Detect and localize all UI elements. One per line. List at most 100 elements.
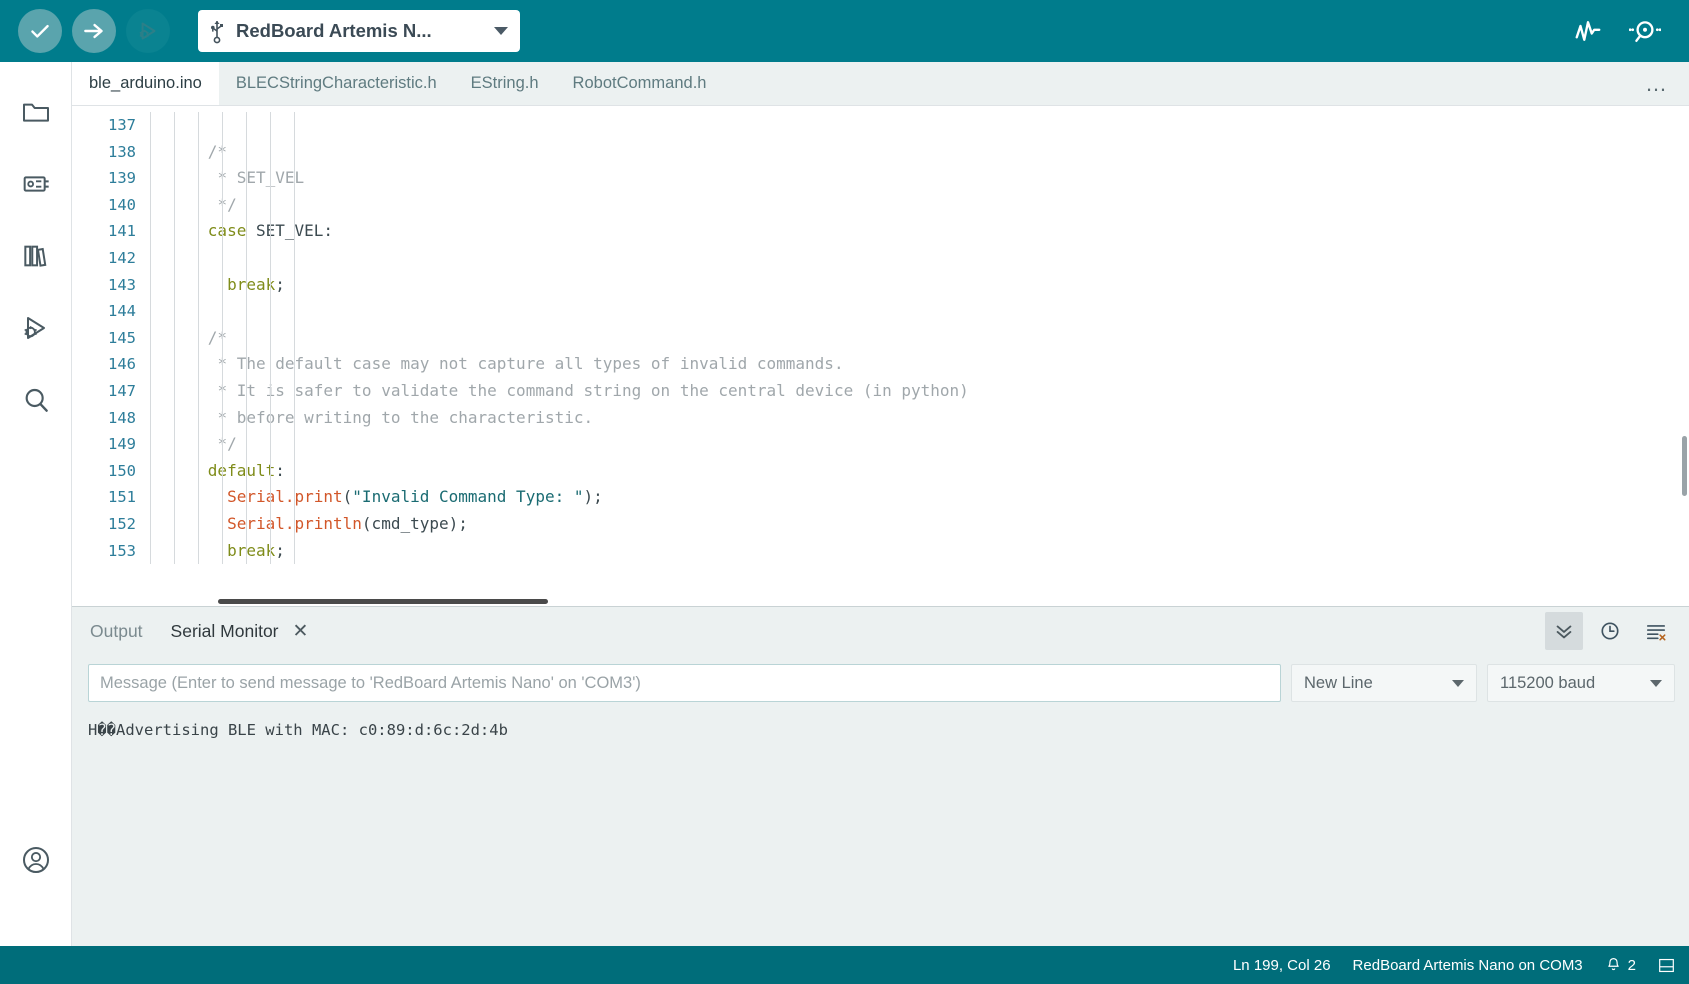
clock-icon [1601, 622, 1619, 640]
line-number: 139 [108, 169, 136, 188]
editor-tab-label: EString.h [470, 74, 539, 92]
line-number: 144 [108, 302, 136, 321]
code-line[interactable]: 151 Serial.print("Invalid Command Type: … [72, 484, 1689, 511]
code-line[interactable]: 144 [72, 298, 1689, 325]
timestamp-toggle[interactable] [1591, 612, 1629, 650]
search-icon [25, 388, 48, 412]
editor-tab-blecstringcharacteristic-h[interactable]: BLECStringCharacteristic.h [219, 62, 454, 105]
board-selector[interactable]: RedBoard Artemis N... [198, 10, 520, 52]
arrow-right-icon [84, 23, 103, 39]
board-port-status[interactable]: RedBoard Artemis Nano on COM3 [1353, 957, 1583, 974]
editor-tab-ble-arduino-ino[interactable]: ble_arduino.ino [72, 62, 219, 105]
code-token: (cmd_type); [361, 513, 468, 533]
editor-tab-bar: ble_arduino.ino BLECStringCharacteristic.… [72, 62, 1689, 106]
serial-monitor-icon[interactable] [1629, 16, 1661, 46]
debug-icon [139, 22, 156, 40]
chevron-down-icon[interactable] [494, 27, 508, 35]
account-icon [22, 847, 49, 873]
panel-layout-icon [1659, 958, 1674, 972]
code-line-text[interactable]: */ [150, 191, 1689, 219]
verify-button[interactable] [18, 9, 62, 53]
code-line-text[interactable]: case SET_VEL: [150, 218, 1689, 245]
board-chip-icon [23, 176, 49, 192]
baud-rate-value: 115200 baud [1500, 673, 1596, 692]
code-line[interactable]: 146 * The default case may not capture a… [72, 351, 1689, 378]
code-line[interactable]: 149 */ [72, 431, 1689, 458]
sidebar-item-boards-manager[interactable] [0, 148, 72, 220]
tab-overflow-button[interactable]: … [1625, 62, 1689, 105]
code-line-text[interactable]: /* [150, 324, 1689, 352]
code-line-text[interactable]: default: [150, 457, 1689, 485]
code-line-text[interactable]: * The default case may not capture all t… [150, 351, 1689, 378]
serial-message-input[interactable]: Message (Enter to send message to 'RedBo… [88, 664, 1281, 702]
notifications-button[interactable]: 2 [1605, 956, 1636, 974]
code-token: * The default case may not capture all t… [217, 354, 844, 374]
code-line[interactable]: 139 * SET_VEL [72, 165, 1689, 192]
panel-tab-label: Output [90, 620, 143, 641]
sidebar-item-library-manager[interactable] [0, 220, 72, 292]
code-token: * It is safer to validate the command st… [217, 380, 969, 400]
code-line[interactable]: 152 Serial.println(cmd_type); [72, 510, 1689, 538]
code-line[interactable]: 142 [72, 244, 1689, 272]
panel-tab-serial-monitor[interactable]: Serial Monitor ✕ [171, 621, 309, 642]
code-line[interactable]: 145 /* [72, 324, 1689, 352]
clear-output-button[interactable] [1637, 612, 1675, 650]
debug-button[interactable] [126, 9, 170, 53]
code-line[interactable]: 140 */ [72, 191, 1689, 219]
line-ending-select[interactable]: New Line [1291, 664, 1477, 702]
code-line-text[interactable]: Serial.print("Invalid Command Type: "); [150, 484, 1689, 511]
upload-button[interactable] [72, 9, 116, 53]
code-token: Serial.println [227, 513, 362, 533]
code-line-text[interactable] [150, 112, 1689, 139]
toolbar-right-actions [1573, 16, 1671, 46]
code-line[interactable]: 143 break; [72, 271, 1689, 299]
code-line-text[interactable] [150, 298, 1689, 325]
serial-console-output: H��Advertising BLE with MAC: c0:89:d:6c:… [72, 711, 1689, 946]
code-editor[interactable]: 137 138 /* 139 * SET_VEL 140 */141 case SET… [72, 106, 1689, 606]
sidebar-item-sketchbook[interactable] [0, 76, 72, 148]
code-line-text[interactable]: * before writing to the characteristic. [150, 404, 1689, 432]
code-line[interactable]: 150 default: [72, 457, 1689, 485]
notification-count: 2 [1627, 956, 1636, 974]
baud-rate-select[interactable]: 115200 baud [1487, 664, 1675, 702]
code-line[interactable]: 153 break; [72, 537, 1689, 565]
autoscroll-toggle[interactable] [1545, 612, 1583, 650]
code-token: case [207, 221, 247, 241]
serial-plotter-icon[interactable] [1573, 16, 1603, 46]
code-line[interactable]: 141 case SET_VEL: [72, 218, 1689, 245]
sidebar-item-account[interactable] [0, 824, 72, 896]
editor-tab-estring-h[interactable]: EString.h [454, 62, 556, 105]
line-number: 151 [108, 488, 136, 507]
code-line-text[interactable]: * SET_VEL [150, 165, 1689, 192]
check-icon [31, 24, 49, 38]
toggle-panel-button[interactable] [1658, 957, 1675, 974]
code-line[interactable]: 147 * It is safer to validate the comman… [72, 377, 1689, 405]
code-line-text[interactable]: Serial.println(cmd_type); [150, 510, 1689, 538]
code-line-text[interactable]: break; [150, 271, 1689, 299]
code-lines[interactable]: 137 138 /* 139 * SET_VEL 140 */141 case SET… [72, 106, 1689, 606]
code-line-text[interactable] [150, 244, 1689, 272]
board-name-label: RedBoard Artemis N... [236, 20, 432, 41]
editor-horizontal-scrollbar[interactable] [218, 599, 548, 604]
editor-vertical-scrollbar[interactable] [1682, 436, 1687, 496]
line-number: 147 [108, 381, 136, 400]
code-line[interactable]: 137 [72, 112, 1689, 139]
code-line[interactable]: 138 /* [72, 138, 1689, 166]
code-line-text[interactable]: /* [150, 138, 1689, 166]
line-number: 146 [108, 355, 136, 374]
close-icon[interactable]: ✕ [293, 622, 309, 641]
sidebar-item-search[interactable] [0, 364, 72, 436]
code-line[interactable]: 148 * before writing to the characterist… [72, 404, 1689, 432]
serial-message-row: Message (Enter to send message to 'RedBo… [72, 655, 1689, 711]
editor-tab-robotcommand-h[interactable]: RobotCommand.h [556, 62, 724, 105]
code-line-text[interactable]: break; [150, 537, 1689, 565]
panel-tab-output[interactable]: Output [90, 621, 143, 642]
code-line-text[interactable]: * It is safer to validate the command st… [150, 377, 1689, 405]
sidebar-item-debug[interactable] [0, 292, 72, 364]
code-line-text[interactable]: */ [150, 431, 1689, 458]
